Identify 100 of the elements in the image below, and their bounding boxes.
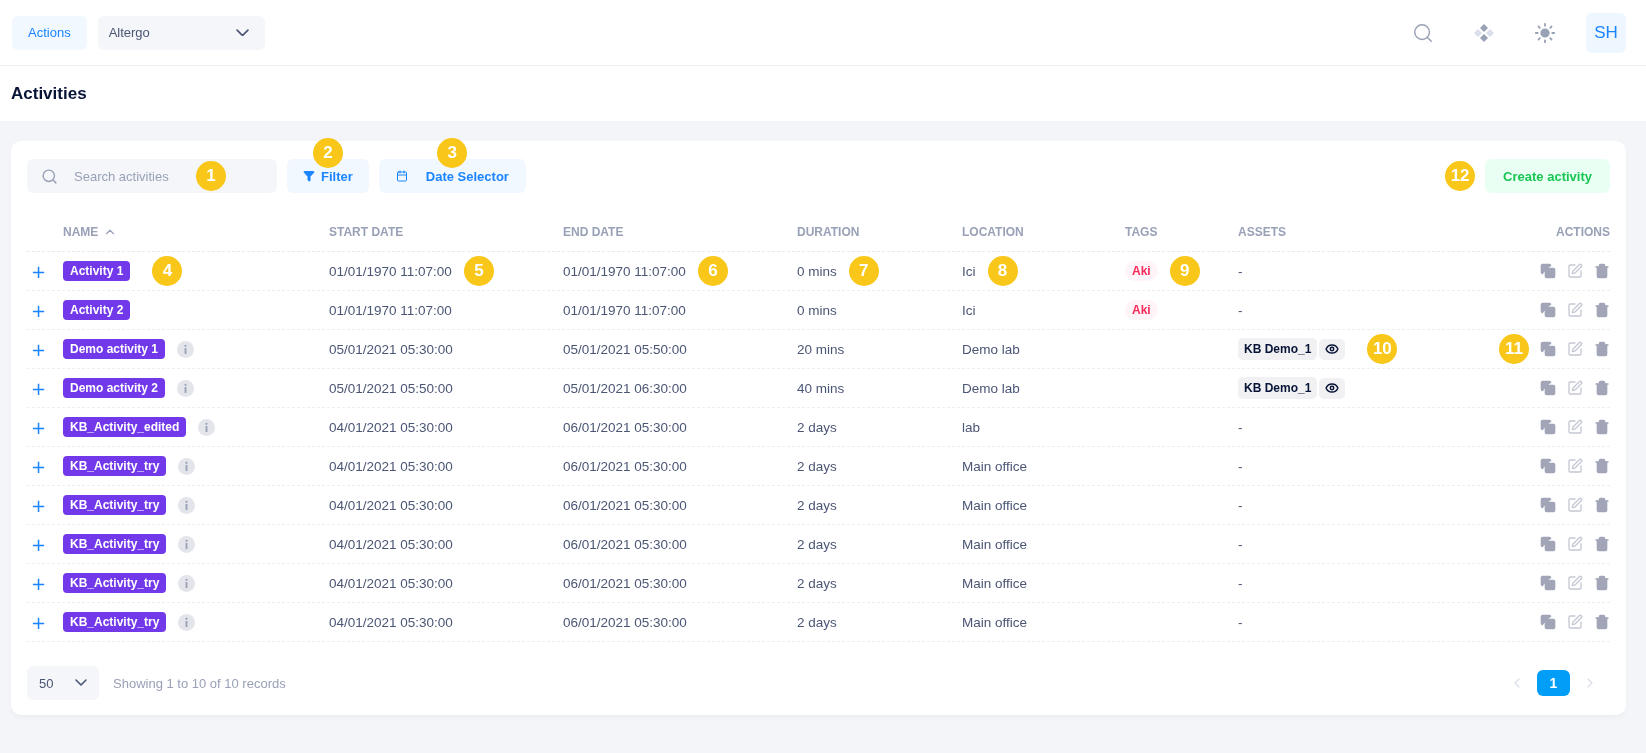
expand-button[interactable]: +: [27, 494, 47, 516]
table-cell: 01/01/1970 11:07:00: [563, 263, 686, 279]
table-cell: 20 mins: [797, 341, 845, 357]
table-cell: 2 days: [797, 614, 837, 630]
copy-icon[interactable]: [1540, 419, 1556, 435]
date-selector-button[interactable]: Date Selector: [378, 159, 526, 193]
callout-marker: 5: [463, 256, 494, 286]
copy-icon[interactable]: [1540, 536, 1556, 552]
view-button[interactable]: [1319, 377, 1346, 399]
table-cell: Ici: [962, 263, 976, 279]
table-cell: 2 days: [797, 536, 837, 552]
delete-icon[interactable]: [1594, 341, 1610, 357]
table-cell: -: [1238, 458, 1243, 474]
edit-icon[interactable]: [1567, 458, 1583, 474]
asset-chip: KB Demo_1: [1238, 338, 1318, 360]
table-cell: Demo lab: [962, 341, 1020, 357]
edit-icon[interactable]: [1567, 536, 1583, 552]
activity-name-badge[interactable]: KB_Activity_try: [63, 495, 167, 515]
delete-icon[interactable]: [1594, 419, 1610, 435]
table-cell: 01/01/1970 11:07:00: [329, 263, 452, 279]
edit-icon[interactable]: [1567, 614, 1583, 630]
edit-icon[interactable]: [1567, 302, 1583, 318]
callout-marker: 11: [1499, 334, 1529, 364]
column-header: LOCATION: [962, 224, 1024, 239]
table-cell: 05/01/2021 05:30:00: [329, 341, 453, 357]
edit-icon[interactable]: [1567, 497, 1583, 513]
table-cell: 05/01/2021 06:30:00: [563, 380, 687, 396]
copy-icon[interactable]: [1540, 575, 1556, 591]
view-button[interactable]: [1319, 338, 1346, 360]
table-cell: Main office: [962, 497, 1028, 513]
callout-marker: 6: [697, 256, 728, 286]
organization-select[interactable]: Altergo: [97, 15, 265, 50]
activity-name-badge[interactable]: KB_Activity_try: [63, 573, 167, 593]
activity-name-badge[interactable]: KB_Activity_try: [63, 534, 167, 554]
activity-name-badge[interactable]: Activity 2: [63, 300, 131, 320]
calendar-icon: [395, 170, 408, 182]
table-cell: 04/01/2021 05:30:00: [329, 575, 453, 591]
expand-button[interactable]: +: [27, 338, 47, 360]
activity-name-badge[interactable]: Demo activity 1: [63, 339, 166, 359]
edit-icon[interactable]: [1567, 263, 1583, 279]
callout-marker: 2: [312, 138, 343, 168]
expand-button[interactable]: +: [27, 377, 47, 399]
edit-icon[interactable]: [1567, 575, 1583, 591]
delete-icon[interactable]: [1594, 614, 1610, 630]
delete-icon[interactable]: [1594, 263, 1610, 279]
page-button[interactable]: 1: [1537, 670, 1570, 696]
delete-icon[interactable]: [1594, 458, 1610, 474]
column-header: START DATE: [329, 224, 404, 239]
expand-button[interactable]: +: [27, 572, 47, 594]
table-cell: 06/01/2021 05:30:00: [563, 419, 687, 435]
filter-button[interactable]: Filter: [287, 159, 369, 193]
table-cell: 05/01/2021 05:50:00: [329, 380, 453, 396]
table-cell: 06/01/2021 05:30:00: [563, 536, 687, 552]
expand-button[interactable]: +: [27, 260, 47, 282]
table-cell: -: [1238, 263, 1243, 279]
user-avatar[interactable]: SH: [1586, 12, 1626, 53]
edit-icon[interactable]: [1567, 341, 1583, 357]
callout-marker: 9: [1169, 256, 1200, 286]
table-cell: 2 days: [797, 497, 837, 513]
copy-icon[interactable]: [1540, 458, 1556, 474]
page-title: Activities: [11, 83, 87, 104]
copy-icon[interactable]: [1540, 497, 1556, 513]
activity-name-badge[interactable]: KB_Activity_edited: [63, 417, 187, 437]
copy-icon[interactable]: [1540, 341, 1556, 357]
records-summary: Showing 1 to 10 of 10 records: [113, 675, 286, 691]
activity-name-badge[interactable]: Activity 1: [63, 261, 131, 281]
delete-icon[interactable]: [1594, 302, 1610, 318]
expand-button[interactable]: +: [27, 455, 47, 477]
expand-button[interactable]: +: [27, 416, 47, 438]
activity-name-badge[interactable]: Demo activity 2: [63, 378, 166, 398]
copy-icon[interactable]: [1540, 380, 1556, 396]
expand-button[interactable]: +: [27, 533, 47, 555]
activity-name-badge[interactable]: KB_Activity_try: [63, 456, 167, 476]
table-cell: Main office: [962, 614, 1028, 630]
copy-icon[interactable]: [1540, 263, 1556, 279]
filter-icon: [303, 170, 315, 182]
table-cell: 2 days: [797, 575, 837, 591]
copy-icon[interactable]: [1540, 302, 1556, 318]
delete-icon[interactable]: [1594, 380, 1610, 396]
delete-icon[interactable]: [1594, 536, 1610, 552]
search-input[interactable]: Search activities: [72, 167, 182, 185]
table-cell: 04/01/2021 05:30:00: [329, 497, 453, 513]
page-size-select[interactable]: 50: [27, 666, 99, 700]
copy-icon[interactable]: [1540, 614, 1556, 630]
activity-name-badge[interactable]: KB_Activity_try: [63, 612, 167, 632]
expand-button[interactable]: +: [27, 611, 47, 633]
table-cell: 2 days: [797, 419, 837, 435]
create-activity-button[interactable]: Create activity: [1485, 159, 1610, 193]
table-cell: lab: [962, 419, 980, 435]
edit-icon[interactable]: [1567, 419, 1583, 435]
callout-marker: 3: [437, 138, 468, 168]
delete-icon[interactable]: [1594, 575, 1610, 591]
expand-button[interactable]: +: [27, 299, 47, 321]
callout-marker: 4: [152, 256, 183, 286]
table-cell: 40 mins: [797, 380, 845, 396]
column-header: ASSETS: [1238, 224, 1286, 239]
delete-icon[interactable]: [1594, 497, 1610, 513]
actions-button[interactable]: Actions: [12, 15, 87, 50]
chevron-down-icon: [235, 28, 249, 37]
edit-icon[interactable]: [1567, 380, 1583, 396]
